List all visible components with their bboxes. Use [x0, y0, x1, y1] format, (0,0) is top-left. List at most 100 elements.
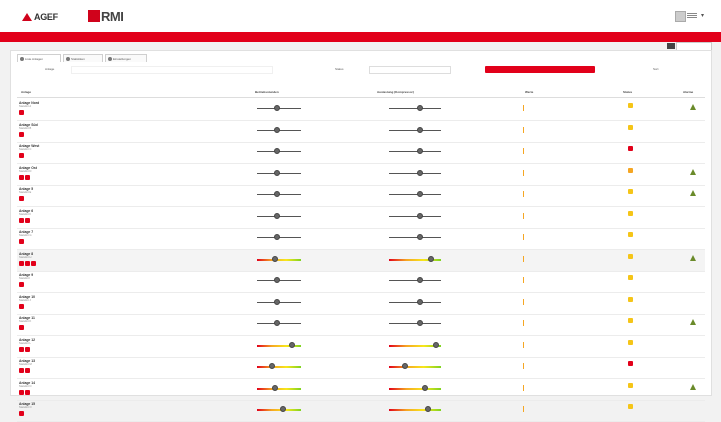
status-cell[interactable] — [615, 275, 645, 282]
device-icon[interactable] — [25, 174, 30, 180]
device-icon[interactable] — [19, 282, 24, 287]
status-cell[interactable] — [615, 210, 645, 218]
gauge-bar — [257, 234, 301, 240]
device-icon[interactable] — [19, 303, 24, 309]
row-icons — [19, 303, 25, 309]
device-icon[interactable] — [19, 325, 24, 330]
warning-icon[interactable] — [690, 190, 696, 196]
value-separator — [523, 406, 524, 412]
row-icons — [19, 196, 25, 201]
device-icon[interactable] — [19, 131, 24, 137]
table-row[interactable]: Anlage Ost Standort D — [17, 164, 705, 186]
gauge-bar — [257, 255, 301, 262]
row-icons — [19, 325, 25, 330]
table-row[interactable]: Anlage Nord Standort A — [17, 99, 705, 121]
col-gauge2[interactable]: Auslastung (Kompressor) — [377, 90, 414, 94]
col-name[interactable]: Anlage — [21, 90, 31, 94]
gauge-knob — [273, 234, 280, 240]
sort-label[interactable]: Sort — [653, 67, 659, 71]
status-cell[interactable] — [615, 296, 645, 304]
user-menu[interactable]: ▾ — [675, 10, 709, 22]
gauge-bar — [257, 384, 301, 391]
search-input[interactable] — [71, 66, 273, 74]
status-cell[interactable] — [615, 146, 645, 153]
device-icon[interactable] — [19, 196, 24, 201]
device-icon[interactable] — [19, 217, 24, 223]
table-row[interactable]: Anlage 5 Standort E — [17, 185, 705, 207]
gauge-bar — [389, 363, 441, 369]
gauge-bar — [257, 212, 301, 219]
status-cell[interactable] — [615, 382, 645, 390]
warning-icon[interactable] — [690, 168, 696, 175]
grid-toggle-icon[interactable] — [667, 43, 675, 49]
status-cell[interactable] — [615, 253, 645, 261]
status-indicator-icon — [627, 103, 633, 108]
device-icon[interactable] — [19, 260, 24, 266]
gauge-bar — [257, 320, 301, 326]
col-alarm[interactable]: Alarme — [683, 90, 693, 94]
table-row[interactable]: Anlage West Standort C — [17, 142, 705, 164]
status-cell[interactable] — [615, 361, 645, 368]
gauge-knob — [273, 169, 280, 176]
toolbar-strip — [0, 42, 721, 51]
device-icon[interactable] — [25, 346, 30, 352]
status-indicator-icon — [627, 275, 633, 280]
table-row[interactable]: Anlage 14 Standort N — [17, 379, 705, 401]
status-cell[interactable] — [615, 189, 645, 196]
gauge-track — [389, 301, 441, 303]
gauge-track — [389, 366, 441, 368]
table-row[interactable]: Anlage 7 Standort G — [17, 228, 705, 250]
status-cell[interactable] — [615, 339, 645, 347]
device-icon[interactable] — [25, 217, 30, 223]
status-cell[interactable] — [615, 103, 645, 110]
tab-settings[interactable]: Einstellungen — [105, 54, 147, 62]
warning-icon[interactable] — [690, 254, 696, 261]
device-icon[interactable] — [31, 260, 36, 266]
table-row[interactable]: Anlage 13 Standort M — [17, 357, 705, 379]
device-icon[interactable] — [19, 346, 24, 352]
status-cell[interactable] — [615, 232, 645, 239]
device-icon[interactable] — [19, 411, 24, 416]
table-row[interactable]: Anlage 15 Standort O — [17, 400, 705, 422]
device-icon[interactable] — [19, 239, 24, 244]
device-icon[interactable] — [19, 174, 24, 180]
table-row[interactable]: Anlage 6 Standort F — [17, 207, 705, 229]
product-logo[interactable]: RMI — [88, 8, 128, 24]
device-icon[interactable] — [25, 368, 30, 373]
gauge-bar — [257, 406, 301, 412]
device-icon[interactable] — [19, 110, 24, 115]
value-separator — [523, 126, 524, 133]
col-state[interactable]: Status — [623, 90, 632, 94]
value-separator — [523, 341, 524, 348]
device-icon[interactable] — [19, 368, 24, 373]
status-select[interactable] — [369, 66, 451, 74]
status-cell[interactable] — [615, 167, 645, 175]
warning-icon[interactable] — [690, 104, 696, 110]
value-separator — [523, 363, 524, 369]
col-gauge1[interactable]: Betriebsstunden — [255, 90, 279, 94]
row-subtitle: Standort B — [19, 126, 32, 130]
table-row[interactable]: Anlage 12 Standort L — [17, 336, 705, 358]
gauge-knob — [273, 277, 280, 283]
tab-statistics[interactable]: Statistiken — [63, 54, 103, 62]
warning-icon[interactable] — [690, 319, 696, 325]
status-cell[interactable] — [615, 124, 645, 132]
status-cell[interactable] — [615, 404, 645, 411]
table-row[interactable]: Anlage Süd Standort B — [17, 121, 705, 143]
table-row[interactable]: Anlage 11 Standort K — [17, 314, 705, 336]
table-row[interactable]: Anlage 10 Standort J — [17, 293, 705, 315]
col-values[interactable]: Werte — [525, 90, 533, 94]
device-icon[interactable] — [25, 260, 30, 266]
device-icon[interactable] — [19, 153, 24, 158]
company-logo[interactable]: AGEF — [22, 10, 66, 24]
warning-icon[interactable] — [690, 383, 696, 390]
tab-list[interactable]: Liste Anlagen — [17, 54, 61, 62]
row-subtitle: Standort F — [19, 212, 32, 216]
status-indicator-icon — [627, 318, 633, 323]
status-indicator-icon — [627, 404, 633, 409]
search-label: Anlage — [45, 67, 55, 71]
status-cell[interactable] — [615, 318, 645, 325]
table-row[interactable]: Anlage 8 Standort H — [17, 249, 705, 272]
table-row[interactable]: Anlage 9 Standort I — [17, 271, 705, 293]
apply-filter-button[interactable] — [485, 66, 595, 73]
